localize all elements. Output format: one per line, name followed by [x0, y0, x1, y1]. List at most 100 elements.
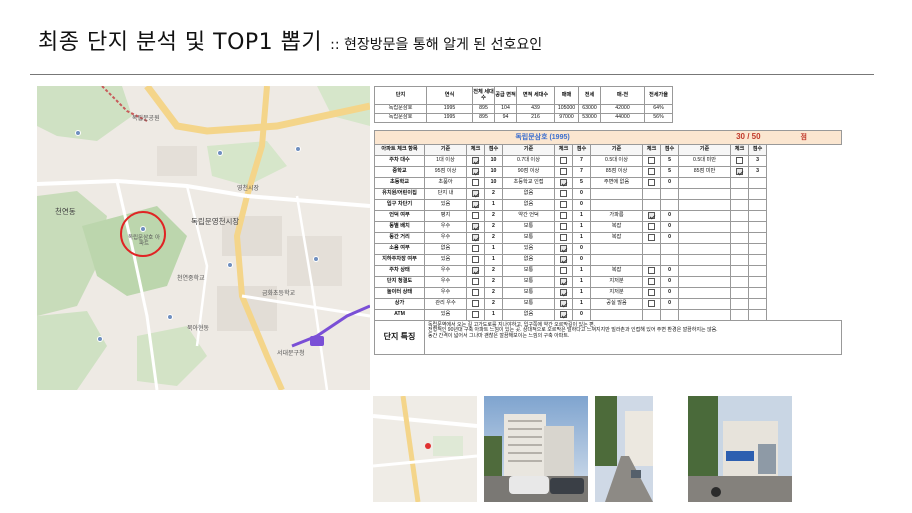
- checkbox-checked[interactable]: [736, 168, 744, 176]
- criterion-cell: 있음: [502, 243, 555, 255]
- checkbox-unchecked[interactable]: [472, 212, 479, 220]
- map-label-park: 독립문공원: [132, 115, 160, 122]
- checkbox-checked[interactable]: [560, 278, 567, 286]
- checkbox-unchecked[interactable]: [472, 256, 479, 264]
- photo-map-thumbnail: [373, 396, 477, 502]
- checkbox-unchecked[interactable]: [472, 278, 479, 286]
- checkbox-checked[interactable]: [560, 256, 567, 264]
- check-cell: [466, 232, 485, 244]
- checkbox-checked[interactable]: [472, 267, 479, 275]
- checkbox-unchecked[interactable]: [560, 201, 567, 209]
- checkbox-checked[interactable]: [560, 311, 567, 319]
- map-label-bukahyeon: 북아현동: [187, 325, 210, 332]
- slide-title-main: 최종 단지 분석 및 TOP1 뽑기: [38, 30, 323, 55]
- checkbox-unchecked[interactable]: [736, 157, 744, 165]
- summary-cell: 94: [494, 113, 517, 123]
- check-cell: [554, 276, 573, 288]
- checkbox-unchecked[interactable]: [648, 267, 655, 275]
- criterion-cell: [678, 309, 732, 321]
- checkbox-checked[interactable]: [560, 179, 567, 187]
- checklist-row: 단지 청결도 우수 2 보통 1 지저분 0: [374, 276, 842, 288]
- checklist-item-label: 지하주차장 여부: [374, 254, 425, 266]
- checklist-header: 기준: [424, 144, 467, 156]
- criterion-cell: 우수: [424, 287, 467, 299]
- checkbox-checked[interactable]: [560, 289, 567, 297]
- checkbox-unchecked[interactable]: [560, 212, 567, 220]
- check-cell: [641, 232, 662, 244]
- score-cell: [748, 287, 768, 299]
- score-cell: 0: [660, 177, 680, 189]
- check-cell: [554, 254, 573, 266]
- photo-street-slope: [595, 396, 653, 502]
- checkbox-unchecked[interactable]: [472, 289, 479, 297]
- criterion-cell: 85점 이상: [590, 166, 643, 178]
- feature-label: 단지 특징: [374, 320, 425, 355]
- checkbox-checked[interactable]: [560, 300, 567, 308]
- checkbox-unchecked[interactable]: [472, 245, 479, 253]
- checkbox-unchecked[interactable]: [648, 157, 655, 165]
- checkbox-checked[interactable]: [648, 212, 655, 220]
- checklist-row: 중학교 95점 이상 10 90점 이상 7 85점 이상 5 85점 미만 3: [374, 166, 842, 178]
- score-cell: [748, 199, 768, 211]
- complex-title-row: 독립문삼호 (1995) 30 / 50 점: [374, 130, 842, 145]
- checkbox-unchecked[interactable]: [560, 223, 567, 231]
- criterion-cell: 보통: [502, 298, 555, 310]
- score-cell: [748, 188, 768, 200]
- checkbox-unchecked[interactable]: [560, 234, 567, 242]
- map-poi: [227, 262, 233, 268]
- checkbox-checked[interactable]: [472, 234, 479, 242]
- checkbox-unchecked[interactable]: [560, 267, 567, 275]
- score-cell: [660, 243, 680, 255]
- checklist-header: 점수: [572, 144, 591, 156]
- checkbox-checked[interactable]: [472, 201, 479, 209]
- checkbox-unchecked[interactable]: [648, 289, 655, 297]
- checklist-header: 기준: [590, 144, 643, 156]
- check-cell: [554, 177, 573, 189]
- map-poi: [313, 256, 319, 262]
- checkbox-unchecked[interactable]: [648, 234, 655, 242]
- score-cell: [748, 243, 768, 255]
- checkbox-unchecked[interactable]: [648, 168, 655, 176]
- score-cell: 1: [484, 309, 503, 321]
- price-summary-table: 단지 연식 전체 세대수 공급 면적 면적 세대수 매매 전세 매-전 전세가율…: [374, 86, 842, 123]
- map-label-yeongcheon: 영천시장: [237, 185, 260, 192]
- checkbox-unchecked[interactable]: [472, 179, 479, 187]
- checkbox-unchecked[interactable]: [560, 157, 567, 165]
- checklist-item-label: 동간 거리: [374, 232, 425, 244]
- checkbox-checked[interactable]: [472, 190, 479, 198]
- criterion-cell: 우수: [424, 221, 467, 233]
- checkbox-unchecked[interactable]: [472, 300, 479, 308]
- checklist-item-label: 유치원/어린이집: [374, 188, 425, 200]
- photo-apartment-parking: [484, 396, 588, 502]
- score-cell: 1: [572, 287, 591, 299]
- summary-header: 연식: [426, 86, 473, 105]
- check-cell: [554, 298, 573, 310]
- checkbox-checked[interactable]: [472, 168, 479, 176]
- check-cell: [641, 199, 662, 211]
- score-cell: 10: [484, 155, 503, 167]
- check-cell: [730, 210, 750, 222]
- checkbox-unchecked[interactable]: [560, 190, 567, 198]
- check-cell: [466, 254, 485, 266]
- checklist-header-row: 아파트 체크 항목 기준 체크 점수 기준 체크 점수 기준 체크 점수 기준 체크 점수: [374, 144, 842, 156]
- checkbox-checked[interactable]: [560, 245, 567, 253]
- score-cell: 1: [572, 276, 591, 288]
- score-cell: 1: [572, 265, 591, 277]
- summary-header: 전세: [578, 86, 601, 105]
- checkbox-checked[interactable]: [472, 223, 479, 231]
- checkbox-unchecked[interactable]: [648, 223, 655, 231]
- check-cell: [466, 287, 485, 299]
- criterion-cell: 복잡: [590, 232, 643, 244]
- criterion-cell: [678, 276, 732, 288]
- criterion-cell: [678, 199, 732, 211]
- checkbox-unchecked[interactable]: [648, 179, 655, 187]
- checkbox-unchecked[interactable]: [560, 168, 567, 176]
- checkbox-unchecked[interactable]: [472, 311, 479, 319]
- checkbox-checked[interactable]: [472, 157, 479, 165]
- row-spacer: [767, 266, 842, 277]
- checkbox-unchecked[interactable]: [648, 278, 655, 286]
- score-cell: 7: [572, 166, 591, 178]
- checkbox-unchecked[interactable]: [648, 300, 655, 308]
- score-cell: 1: [484, 254, 503, 266]
- map-poi: [75, 130, 81, 136]
